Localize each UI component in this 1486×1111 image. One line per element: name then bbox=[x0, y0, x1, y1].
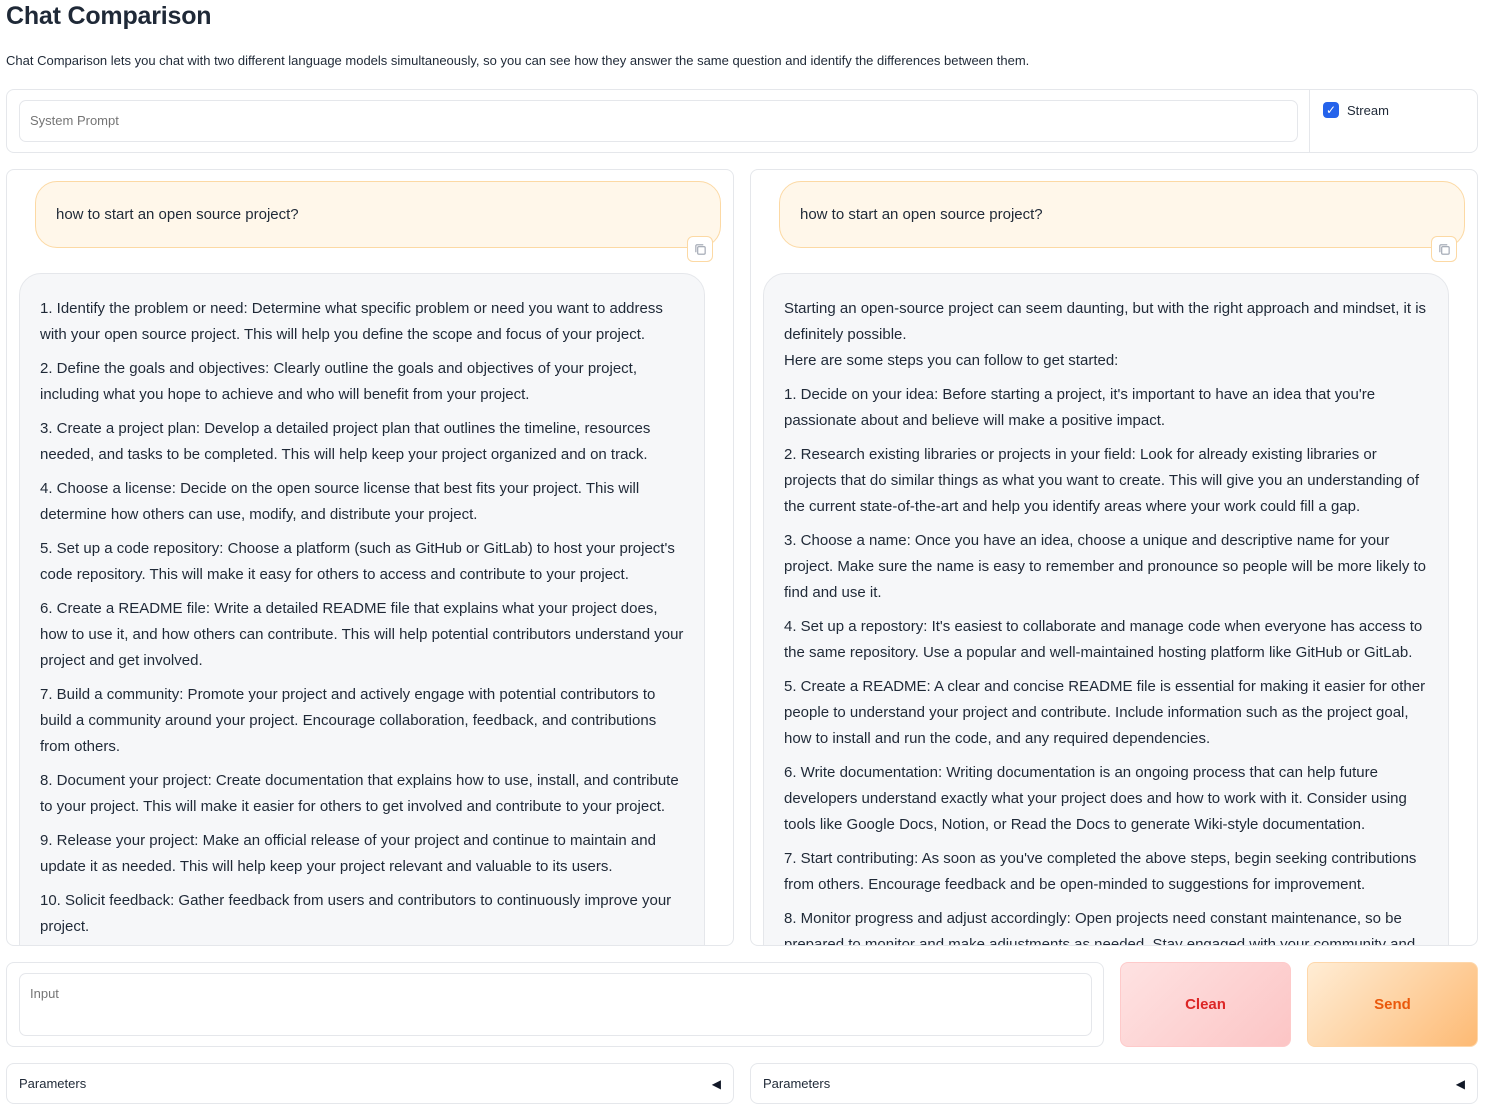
page-description: Chat Comparison lets you chat with two d… bbox=[6, 53, 1030, 68]
divider bbox=[1309, 90, 1310, 152]
input-panel bbox=[6, 962, 1104, 1047]
stream-label: Stream bbox=[1347, 102, 1389, 118]
parameters-label: Parameters bbox=[19, 1076, 87, 1091]
bot-paragraph: 6. Write documentation: Writing document… bbox=[784, 764, 1407, 833]
bot-paragraph: 5. Set up a code repository: Choose a pl… bbox=[40, 540, 675, 583]
send-button[interactable]: Send bbox=[1307, 962, 1478, 1047]
bot-paragraph: 4. Choose a license: Decide on the open … bbox=[40, 480, 640, 523]
bot-paragraph: 5. Create a README: A clear and concise … bbox=[784, 678, 1426, 747]
bot-paragraph: 3. Choose a name: Once you have an idea,… bbox=[784, 532, 1426, 601]
chatbot-left: how to start an open source project? 1. … bbox=[6, 169, 734, 946]
stream-toggle[interactable]: ✓ Stream bbox=[1323, 102, 1389, 118]
bot-paragraph: 3. Create a project plan: Develop a deta… bbox=[40, 420, 651, 463]
bot-paragraph: 2. Define the goals and objectives: Clea… bbox=[40, 360, 638, 403]
bot-paragraph: 1. Decide on your idea: Before starting … bbox=[784, 386, 1376, 429]
checkbox-checked-icon[interactable]: ✓ bbox=[1323, 102, 1339, 118]
parameters-accordion-right[interactable]: Parameters ◀ bbox=[750, 1063, 1478, 1104]
bot-paragraph: 2. Research existing libraries or projec… bbox=[784, 446, 1420, 515]
user-message: how to start an open source project? bbox=[779, 181, 1465, 248]
parameters-accordion-left[interactable]: Parameters ◀ bbox=[6, 1063, 734, 1104]
bot-paragraph: 4. Set up a repostory: It's easiest to c… bbox=[784, 618, 1423, 661]
parameters-label: Parameters bbox=[763, 1076, 831, 1091]
bot-paragraph: 9. Release your project: Make an officia… bbox=[40, 832, 656, 875]
bot-paragraph: 1. Identify the problem or need: Determi… bbox=[40, 300, 663, 343]
bot-message: Starting an open-source project can seem… bbox=[763, 273, 1449, 946]
bot-paragraph: 8. Document your project: Create documen… bbox=[40, 772, 679, 815]
bot-paragraph: 7. Build a community: Promote your proje… bbox=[40, 686, 657, 755]
bot-paragraph: 7. Start contributing: As soon as you've… bbox=[784, 850, 1417, 893]
bot-paragraph: 8. Monitor progress and adjust according… bbox=[784, 910, 1416, 946]
copy-icon bbox=[694, 243, 706, 255]
message-input[interactable] bbox=[19, 973, 1092, 1036]
copy-button[interactable] bbox=[687, 236, 713, 262]
user-message: how to start an open source project? bbox=[35, 181, 721, 248]
copy-button[interactable] bbox=[1431, 236, 1457, 262]
system-prompt-panel: ✓ Stream bbox=[6, 89, 1478, 153]
clean-button[interactable]: Clean bbox=[1120, 962, 1291, 1047]
bot-paragraph: Starting an open-source project can seem… bbox=[784, 300, 1427, 343]
bot-paragraph: 6. Create a README file: Write a detaile… bbox=[40, 600, 684, 669]
system-prompt-input[interactable] bbox=[19, 100, 1298, 142]
user-message-text: how to start an open source project? bbox=[56, 206, 299, 223]
page-title: Chat Comparison bbox=[6, 2, 212, 30]
user-message-text: how to start an open source project? bbox=[800, 206, 1043, 223]
chatbot-right: how to start an open source project? Sta… bbox=[750, 169, 1478, 946]
bot-paragraph: 10. Solicit feedback: Gather feedback fr… bbox=[40, 892, 672, 935]
bot-paragraph: Here are some steps you can follow to ge… bbox=[784, 352, 1119, 369]
triangle-left-icon: ◀ bbox=[711, 1076, 721, 1091]
copy-icon bbox=[1438, 243, 1450, 255]
bot-message: 1. Identify the problem or need: Determi… bbox=[19, 273, 705, 945]
triangle-left-icon: ◀ bbox=[1455, 1076, 1465, 1091]
